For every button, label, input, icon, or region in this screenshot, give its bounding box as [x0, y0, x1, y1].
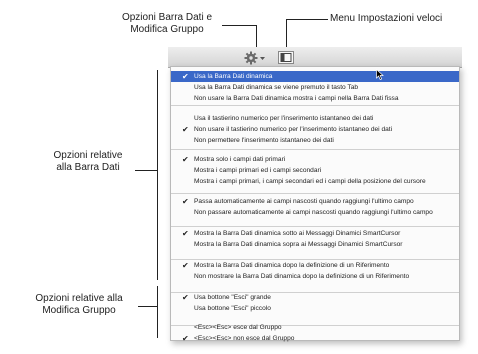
data-bar-options-line2: alla Barra Dati — [56, 162, 120, 173]
checkmark-icon: ✔ — [182, 261, 189, 270]
menu-item[interactable]: ✔ Mostra la Barra Dati dinamica sotto ai … — [171, 228, 459, 239]
menu-item-label: Mostra i campi primari, i campi secondar… — [194, 178, 426, 185]
gear-leader-horizontal — [222, 25, 257, 26]
data-bar-options-callout: Opzioni relative alla Barra Dati — [42, 150, 134, 174]
menu-item[interactable]: ✔ Usa la Barra Dati dinamica — [171, 71, 459, 82]
checkmark-icon: ✔ — [182, 197, 189, 206]
menu-item-label: Mostra solo i campi dati primari — [194, 156, 286, 163]
menu-item-label: Usa il tastierino numerico per l'inserim… — [194, 115, 374, 122]
menu-item[interactable]: <Esc><Esc> esce dal Gruppo — [171, 322, 459, 333]
checkmark-icon: ✔ — [182, 155, 189, 164]
menu-item[interactable]: ✔ Mostra solo i campi dati primari — [171, 154, 459, 165]
menu-item-label: Usa bottone "Esci" piccolo — [194, 305, 271, 312]
menu-item-label: <Esc><Esc> esce dal Gruppo — [194, 324, 282, 331]
gear-menu-button[interactable] — [244, 51, 268, 65]
quick-settings-leader-horizontal — [286, 19, 328, 20]
menu-item-label: Passa automaticamente ai campi nascosti … — [194, 198, 414, 205]
menu-item-label: Mostra la Barra Dati dinamica sotto ai M… — [194, 230, 401, 237]
menu-item-label: Non passare automaticamente ai campi nas… — [194, 209, 433, 216]
group-edit-leader — [138, 306, 157, 307]
menu-item[interactable]: Mostra i campi primari ed i campi second… — [171, 165, 459, 176]
menu-item[interactable]: ✔ Passa automaticamente ai campi nascosti… — [171, 196, 459, 207]
data-bar-options-menu: ✔ Usa la Barra Dati dinamica Usa la Barra … — [170, 66, 460, 344]
group-edit-options-callout: Opzioni relative alla Modifica Gruppo — [20, 293, 138, 317]
quick-settings-callout-text: Menu Impostazioni veloci — [330, 13, 443, 24]
menu-item-label: Mostra la Barra Dati dinamica dopo la de… — [194, 262, 390, 269]
menu-item[interactable]: ✔ Usa bottone "Esci" grande — [171, 292, 459, 303]
menu-item-label: <Esc><Esc> non esce dal Gruppo — [194, 335, 295, 342]
quick-settings-callout-label: Menu Impostazioni veloci — [330, 13, 442, 25]
group-edit-options-line2: Modifica Gruppo — [42, 305, 116, 316]
menu-item-label: Usa la Barra Dati dinamica se viene prem… — [194, 84, 359, 91]
quick-settings-button[interactable] — [278, 51, 294, 64]
checkmark-icon: ✔ — [182, 293, 189, 302]
checkmark-icon: ✔ — [182, 334, 189, 343]
menu-item[interactable]: Non passare automaticamente ai campi nas… — [171, 207, 459, 218]
checkmark-icon: ✔ — [182, 229, 189, 238]
data-bar-bracket — [157, 70, 158, 280]
menu-item-label: Usa la Barra Dati dinamica — [194, 73, 273, 80]
menu-item[interactable]: ✔ Mostra la Barra Dati dinamica dopo la d… — [171, 260, 459, 271]
menu-item-label: Non usare la Barra Dati dinamica mostra … — [194, 95, 399, 102]
group-edit-bracket — [157, 286, 158, 338]
menu-item-label: Mostra la Barra Dati dinamica sopra ai M… — [194, 241, 403, 248]
menu-item[interactable]: ✔ <Esc><Esc> non esce dal Gruppo — [171, 333, 459, 344]
menu-item[interactable]: Non mostrare la Barra Dati dinamica dopo… — [171, 271, 459, 282]
gear-callout-line1: Opzioni Barra Dati e — [121, 12, 213, 23]
group-edit-options-line1: Opzioni relative alla — [35, 293, 123, 304]
toolbar — [168, 47, 462, 68]
menu-item[interactable]: Usa la Barra Dati dinamica se viene prem… — [171, 82, 459, 93]
menu-separator — [171, 105, 459, 106]
menu-item-label: Non usare il tastierino numerico per l'i… — [194, 126, 393, 133]
menu-separator — [171, 226, 459, 227]
data-bar-leader — [135, 170, 157, 171]
menu-separator — [171, 149, 459, 150]
gear-icon — [244, 51, 265, 65]
menu-item[interactable]: ✔ Non usare il tastierino numerico per l'… — [171, 124, 459, 135]
gear-callout-line2: Modifica Gruppo — [130, 24, 204, 35]
menu-separator — [171, 193, 459, 194]
chevron-down-icon — [260, 57, 265, 60]
gear-callout-label: Opzioni Barra Dati e Modifica Gruppo — [112, 12, 222, 36]
menu-item-label: Non permettere l'inserimento istantaneo … — [194, 137, 334, 144]
menu-item[interactable]: Usa bottone "Esci" piccolo — [171, 303, 459, 314]
menu-item[interactable]: Non permettere l'inserimento istantaneo … — [171, 135, 459, 146]
menu-item[interactable]: Mostra i campi primari, i campi secondar… — [171, 176, 459, 187]
checkmark-icon: ✔ — [182, 72, 189, 81]
menu-item[interactable]: Non usare la Barra Dati dinamica mostra … — [171, 93, 459, 104]
mouse-pointer-icon — [376, 69, 384, 80]
checkmark-icon: ✔ — [182, 125, 189, 134]
menu-item-label: Non mostrare la Barra Dati dinamica dopo… — [194, 273, 410, 280]
menu-item-label: Mostra i campi primari ed i campi second… — [194, 167, 322, 174]
data-bar-options-line1: Opzioni relative — [53, 150, 123, 161]
menu-item-label: Usa bottone "Esci" grande — [194, 294, 271, 301]
menu-item[interactable]: Usa il tastierino numerico per l'inserim… — [171, 113, 459, 124]
panel-icon — [280, 53, 292, 62]
menu-item[interactable]: Mostra la Barra Dati dinamica sopra ai M… — [171, 239, 459, 250]
